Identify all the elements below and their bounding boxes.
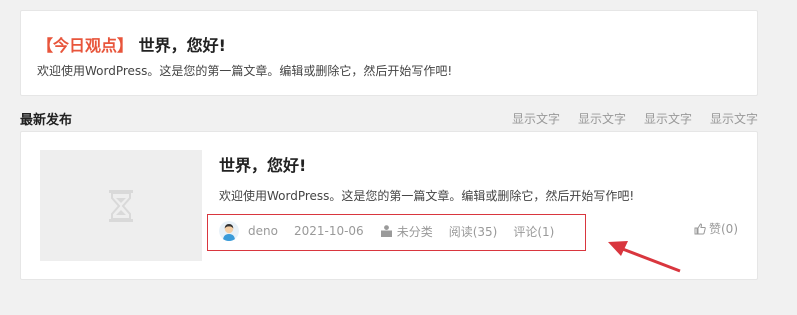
featured-excerpt: 欢迎使用WordPress。这是您的第一篇文章。编辑或删除它，然后开始写作吧! — [37, 64, 453, 78]
featured-card: 【今日观点】 世界，您好! 欢迎使用WordPress。这是您的第一篇文章。编辑… — [20, 10, 758, 96]
post-excerpt: 欢迎使用WordPress。这是您的第一篇文章。编辑或删除它，然后开始写作吧! — [219, 189, 635, 203]
like-button[interactable]: 赞(0) — [694, 220, 738, 237]
section-link-3[interactable]: 显示文字 — [644, 110, 692, 127]
annotation-highlight-box — [207, 214, 586, 251]
hourglass-placeholder-icon — [109, 189, 133, 222]
post-thumbnail[interactable] — [40, 150, 202, 261]
section-link-1[interactable]: 显示文字 — [512, 110, 560, 127]
like-count: 赞(0) — [709, 222, 738, 236]
section-link-2[interactable]: 显示文字 — [578, 110, 626, 127]
featured-title[interactable]: 世界，您好! — [139, 36, 226, 55]
section-links: 显示文字 显示文字 显示文字 显示文字 — [512, 110, 758, 127]
featured-heading[interactable]: 【今日观点】 世界，您好! — [37, 32, 226, 56]
annotation-arrow-icon — [608, 241, 681, 273]
featured-tag: 【今日观点】 — [37, 36, 134, 55]
post-title[interactable]: 世界，您好! — [219, 152, 306, 176]
thumbs-up-icon — [694, 222, 706, 234]
section-link-4[interactable]: 显示文字 — [710, 110, 758, 127]
section-title: 最新发布 — [20, 113, 73, 128]
